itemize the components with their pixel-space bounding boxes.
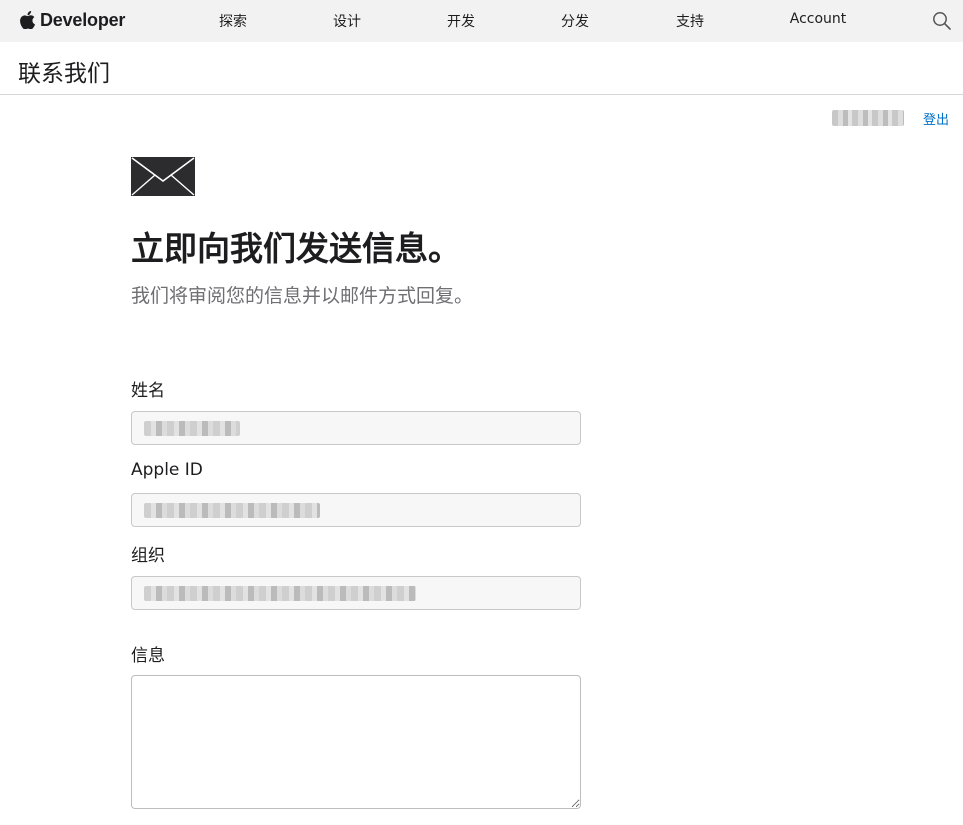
logout-link[interactable]: 登出 [923, 109, 949, 128]
organization-field[interactable]: ███████ █████ ██████████ ███ ███ [131, 576, 581, 610]
organization-label: 组织 [131, 546, 165, 566]
nav-item-develop[interactable]: 开发 [447, 11, 475, 31]
global-nav: Developer 探索 设计 开发 分发 支持 Account [0, 0, 963, 42]
name-label: 姓名 [131, 381, 165, 401]
subheadline: 我们将审阅您的信息并以邮件方式回复。 [131, 285, 474, 307]
message-label: 信息 [131, 646, 165, 666]
developer-home-link[interactable]: Developer [20, 8, 125, 32]
local-nav: 联系我们 [0, 42, 963, 95]
name-value: █████ █████ [144, 421, 240, 436]
apple-id-value: ███████████████@███.███ [144, 503, 320, 518]
nav-item-explore[interactable]: 探索 [219, 11, 247, 31]
organization-value: ███████ █████ ██████████ ███ ███ [144, 586, 416, 601]
headline: 立即向我们发送信息。 [131, 229, 461, 268]
apple-logo-icon [20, 11, 35, 29]
nav-item-support[interactable]: 支持 [676, 11, 704, 31]
brand-label: Developer [40, 9, 126, 30]
nav-item-distribute[interactable]: 分发 [561, 11, 589, 31]
apple-id-field[interactable]: ███████████████@███.███ [131, 493, 581, 527]
nav-item-design[interactable]: 设计 [333, 11, 361, 31]
envelope-icon [131, 157, 195, 196]
user-name: ████ ████ [832, 110, 904, 126]
name-field[interactable]: █████ █████ [131, 411, 581, 445]
message-textarea[interactable] [131, 675, 581, 809]
nav-item-account[interactable]: Account [790, 11, 847, 27]
apple-id-label: Apple ID [131, 460, 203, 480]
page-title: 联系我们 [18, 61, 110, 87]
search-icon[interactable] [932, 11, 952, 31]
